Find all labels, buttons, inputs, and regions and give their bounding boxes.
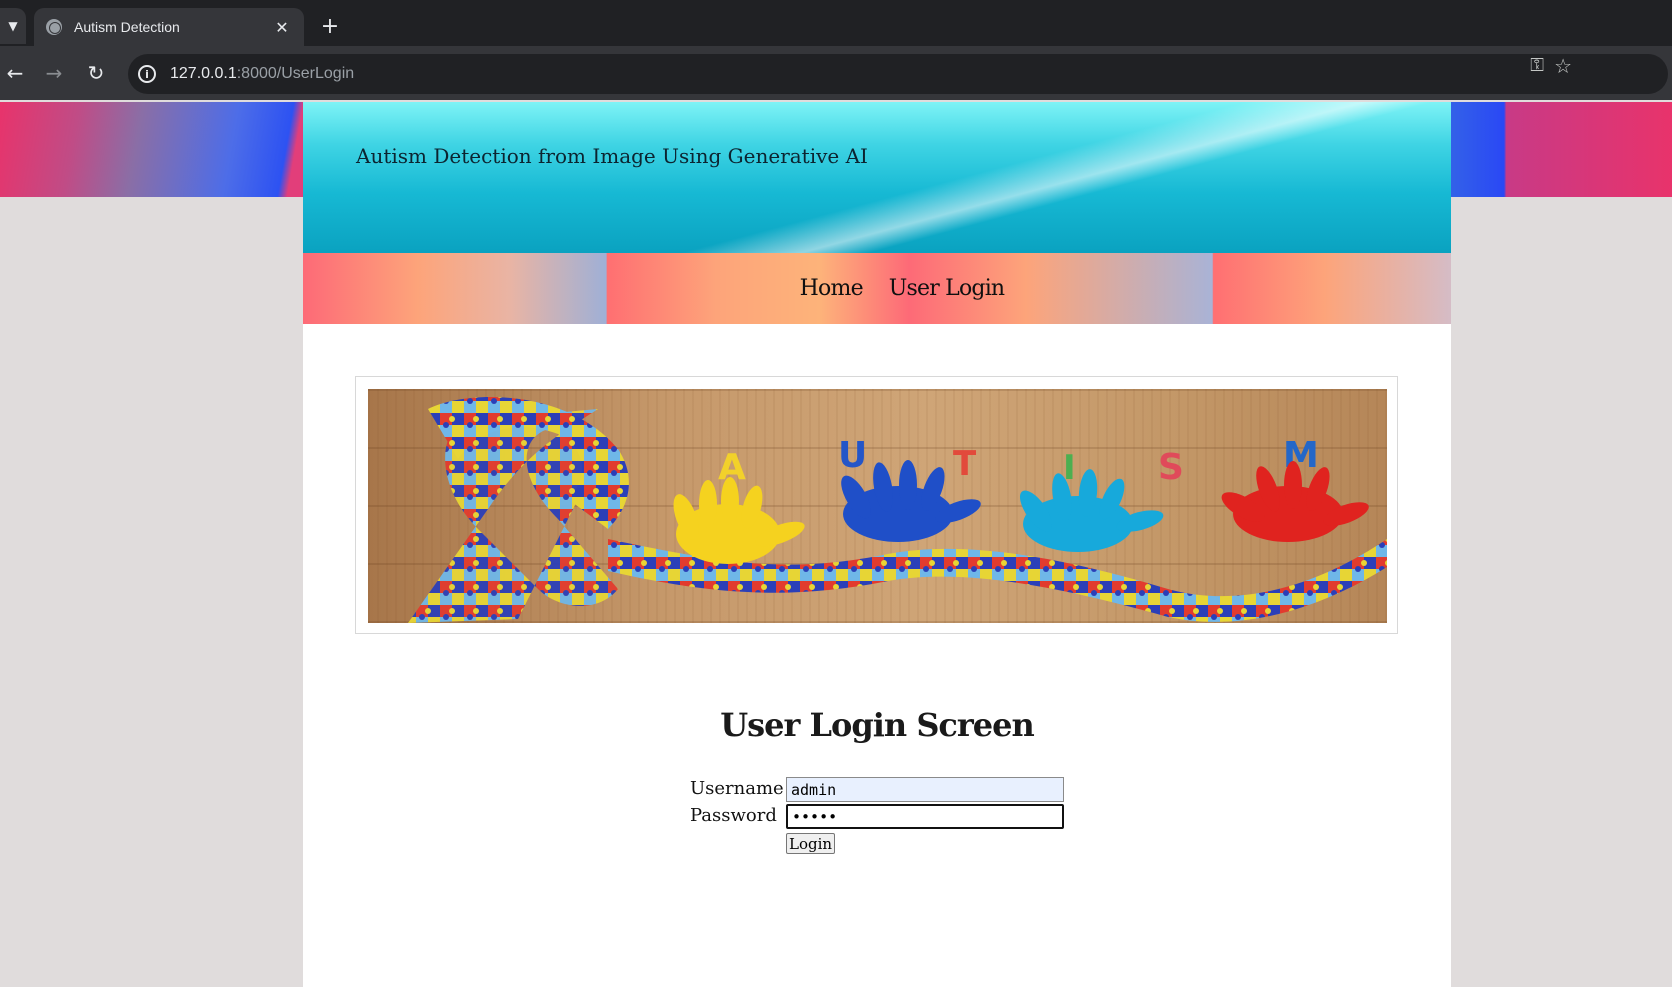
background-band-left — [0, 102, 303, 197]
letter-u: U — [838, 435, 867, 476]
red-hand — [1221, 461, 1369, 542]
page-title: User Login Screen — [720, 706, 1035, 744]
banner-frame: A U T I S M — [355, 376, 1398, 634]
username-field[interactable] — [786, 777, 1064, 802]
close-icon[interactable]: ✕ — [272, 18, 292, 37]
url-text[interactable]: 127.0.0.1:8000/UserLogin — [170, 65, 354, 83]
cyan-hand — [1019, 469, 1164, 552]
login-button[interactable]: Login — [786, 833, 836, 854]
site-header: Autism Detection from Image Using Genera… — [303, 102, 1451, 253]
browser-toolbar: ← → ↻ i 127.0.0.1:8000/UserLogin ⚿ ☆ — [0, 46, 1672, 100]
password-label: Password — [690, 805, 777, 826]
globe-icon — [46, 19, 62, 35]
browser-tab[interactable]: Autism Detection ✕ — [34, 8, 304, 46]
nav-link-user-login[interactable]: User Login — [889, 276, 1005, 301]
tab-title: Autism Detection — [74, 19, 180, 35]
letter-s: S — [1158, 447, 1184, 488]
key-icon[interactable]: ⚿ — [1530, 55, 1544, 76]
reload-icon[interactable]: ↻ — [81, 58, 111, 88]
forward-arrow-icon[interactable]: → — [39, 58, 69, 88]
username-label: Username — [690, 778, 784, 799]
browser-tab-bar: ▼ Autism Detection ✕ + — [0, 0, 1672, 46]
chevron-down-icon[interactable]: ▼ — [0, 8, 26, 44]
nav-link-home[interactable]: Home — [800, 276, 864, 301]
page-container: Autism Detection from Image Using Genera… — [303, 102, 1451, 987]
yellow-hand — [673, 477, 805, 564]
address-bar[interactable]: i 127.0.0.1:8000/UserLogin — [128, 54, 1668, 94]
autism-banner-image: A U T I S M — [368, 389, 1387, 623]
banner-illustration: A U T I S M — [408, 397, 1387, 623]
plus-icon[interactable]: + — [316, 12, 344, 40]
password-field[interactable] — [786, 804, 1064, 829]
info-icon[interactable]: i — [138, 65, 156, 83]
back-arrow-icon[interactable]: ← — [0, 58, 30, 88]
background-band-right — [1451, 102, 1672, 197]
letter-t: T — [953, 444, 977, 484]
nav-bar: Home User Login — [303, 253, 1451, 324]
site-title: Autism Detection from Image Using Genera… — [356, 144, 868, 168]
star-icon[interactable]: ☆ — [1554, 54, 1572, 78]
